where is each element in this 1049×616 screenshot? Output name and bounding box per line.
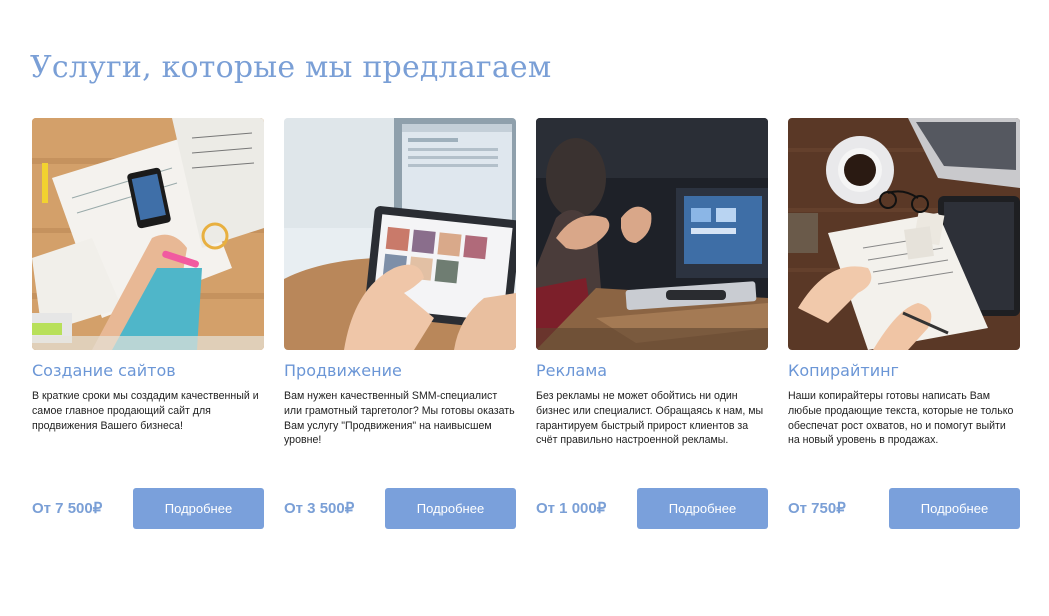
more-button-websites[interactable]: Подробнее xyxy=(133,488,264,529)
service-description-promotion: Вам нужен качественный SMM-специалист ил… xyxy=(284,390,515,447)
service-footer-websites: От 7 500₽ Подробнее xyxy=(32,488,264,529)
service-image-advertising xyxy=(536,118,768,350)
service-title-websites: Создание сайтов xyxy=(32,361,176,380)
service-price-copywriting: От 750₽ xyxy=(788,500,846,517)
service-price-websites: От 7 500₽ xyxy=(32,500,103,517)
service-image-promotion xyxy=(284,118,516,350)
service-image-websites xyxy=(32,118,264,350)
service-card-websites: Создание сайтов В краткие сроки мы созда… xyxy=(32,118,264,530)
service-description-copywriting: Наши копирайтеры готовы написать Вам люб… xyxy=(788,390,1014,447)
service-image-copywriting xyxy=(788,118,1020,350)
service-card-copywriting: Копирайтинг Наши копирайтеры готовы напи… xyxy=(788,118,1020,530)
service-card-advertising: Реклама Без рекламы не может обойтись ни… xyxy=(536,118,768,530)
service-price-promotion: От 3 500₽ xyxy=(284,500,355,517)
service-footer-promotion: От 3 500₽ Подробнее xyxy=(284,488,516,529)
service-title-promotion: Продвижение xyxy=(284,361,402,380)
service-footer-advertising: От 1 000₽ Подробнее xyxy=(536,488,768,529)
service-price-advertising: От 1 000₽ xyxy=(536,500,607,517)
more-button-promotion[interactable]: Подробнее xyxy=(385,488,516,529)
service-card-promotion: Продвижение Вам нужен качественный SMM-с… xyxy=(284,118,516,530)
service-description-websites: В краткие сроки мы создадим качественный… xyxy=(32,390,259,432)
service-footer-copywriting: От 750₽ Подробнее xyxy=(788,488,1020,529)
more-button-advertising[interactable]: Подробнее xyxy=(637,488,768,529)
more-button-copywriting[interactable]: Подробнее xyxy=(889,488,1020,529)
service-description-advertising: Без рекламы не может обойтись ни один би… xyxy=(536,390,764,447)
services-list: Создание сайтов В краткие сроки мы созда… xyxy=(32,118,1020,538)
section-title: Услуги, которые мы предлагаем xyxy=(30,50,552,85)
service-title-copywriting: Копирайтинг xyxy=(788,361,899,380)
service-title-advertising: Реклама xyxy=(536,361,608,380)
